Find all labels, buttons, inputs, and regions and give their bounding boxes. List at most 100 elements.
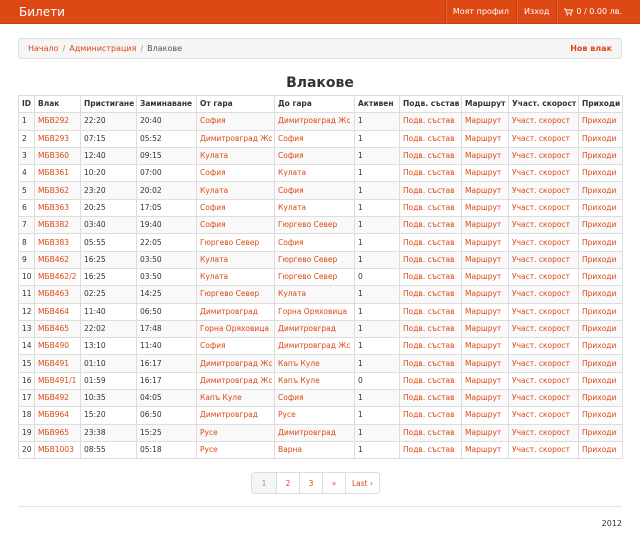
col-rolling-stock-cell[interactable]: Подв. състав [399, 146, 462, 166]
col-from-cell[interactable]: София [196, 112, 275, 131]
col-from-cell[interactable]: Русе [196, 440, 275, 460]
col-speed-cell[interactable]: Участ. скорост [508, 423, 579, 442]
col-revenue-cell[interactable]: Приходи [578, 250, 623, 269]
page-2-button[interactable]: 2 [276, 473, 299, 493]
col-train-cell[interactable]: МБВ463 [34, 285, 81, 304]
col-speed-cell[interactable]: Участ. скорост [508, 440, 579, 460]
col-from-cell[interactable]: Димитровград [196, 406, 275, 425]
col-from-cell[interactable]: София [196, 337, 275, 356]
col-route-cell[interactable]: Маршрут [461, 112, 509, 131]
col-to-cell[interactable]: Горна Оряховица [274, 302, 355, 321]
col-from-cell[interactable]: Гюргево Север [196, 233, 275, 252]
col-to-cell[interactable]: София [274, 389, 355, 408]
col-revenue-cell[interactable]: Приходи [578, 112, 623, 131]
col-route-cell[interactable]: Маршрут [461, 337, 509, 356]
col-train-cell[interactable]: МБВ363 [34, 198, 81, 218]
col-speed-cell[interactable]: Участ. скорост [508, 406, 579, 425]
col-speed-cell[interactable]: Участ. скорост [508, 371, 579, 391]
col-rolling-stock-cell[interactable]: Подв. състав [399, 164, 462, 183]
col-train-cell[interactable]: МБВ292 [34, 112, 81, 131]
brand-logo[interactable]: Билети [0, 0, 65, 24]
col-route-cell[interactable]: Маршрут [461, 285, 509, 304]
col-revenue-cell[interactable]: Приходи [578, 354, 623, 373]
col-revenue-cell[interactable]: Приходи [578, 285, 623, 304]
col-train-cell[interactable]: МБВ491/1 [34, 371, 81, 391]
col-speed-cell[interactable]: Участ. скорост [508, 233, 579, 252]
col-rolling-stock-cell[interactable]: Подв. състав [399, 198, 462, 218]
col-revenue-cell[interactable]: Приходи [578, 302, 623, 321]
col-speed-cell[interactable]: Участ. скорост [508, 146, 579, 166]
col-to-cell[interactable]: София [274, 181, 355, 200]
col-to-cell[interactable]: Гюргево Север [274, 216, 355, 235]
col-speed-cell[interactable]: Участ. скорост [508, 250, 579, 269]
col-route-cell[interactable]: Маршрут [461, 319, 509, 339]
col-speed-cell[interactable]: Участ. скорост [508, 129, 579, 148]
next-page-button[interactable]: » [322, 473, 345, 493]
col-speed-cell[interactable]: Участ. скорост [508, 337, 579, 356]
col-revenue-cell[interactable]: Приходи [578, 198, 623, 218]
col-revenue-cell[interactable]: Приходи [578, 371, 623, 391]
col-to-cell[interactable]: Кулата [274, 198, 355, 218]
col-rolling-stock-cell[interactable]: Подв. състав [399, 389, 462, 408]
col-rolling-stock-cell[interactable]: Подв. състав [399, 440, 462, 460]
col-revenue-cell[interactable]: Приходи [578, 164, 623, 183]
col-route-cell[interactable]: Маршрут [461, 389, 509, 408]
col-rolling-stock-cell[interactable]: Подв. състав [399, 216, 462, 235]
col-from-cell[interactable]: Кулата [196, 267, 275, 287]
col-route-cell[interactable]: Маршрут [461, 250, 509, 269]
col-to-cell[interactable]: Русе [274, 406, 355, 425]
col-route-cell[interactable]: Маршрут [461, 440, 509, 460]
col-train-cell[interactable]: МБВ492 [34, 389, 81, 408]
col-speed-cell[interactable]: Участ. скорост [508, 112, 579, 131]
col-speed-cell[interactable]: Участ. скорост [508, 181, 579, 200]
col-train-cell[interactable]: МБВ464 [34, 302, 81, 321]
col-train-cell[interactable]: МБВ293 [34, 129, 81, 148]
col-from-cell[interactable]: Капъ Куле [196, 389, 275, 408]
col-rolling-stock-cell[interactable]: Подв. състав [399, 337, 462, 356]
col-to-cell[interactable]: Димитровград Жс [274, 337, 355, 356]
col-speed-cell[interactable]: Участ. скорост [508, 216, 579, 235]
col-revenue-cell[interactable]: Приходи [578, 319, 623, 339]
col-to-cell[interactable]: Капъ Куле [274, 354, 355, 373]
col-revenue-cell[interactable]: Приходи [578, 423, 623, 442]
col-revenue-cell[interactable]: Приходи [578, 233, 623, 252]
col-to-cell[interactable]: Варна [274, 440, 355, 460]
col-from-cell[interactable]: Кулата [196, 250, 275, 269]
col-route-cell[interactable]: Маршрут [461, 146, 509, 166]
col-rolling-stock-cell[interactable]: Подв. състав [399, 354, 462, 373]
col-train-cell[interactable]: МБВ965 [34, 423, 81, 442]
col-to-cell[interactable]: Димитровград [274, 423, 355, 442]
col-from-cell[interactable]: София [196, 164, 275, 183]
breadcrumb-admin[interactable]: Администрация [69, 44, 136, 53]
col-rolling-stock-cell[interactable]: Подв. състав [399, 319, 462, 339]
page-1-button[interactable]: 1 [252, 473, 276, 493]
col-train-cell[interactable]: МБВ360 [34, 146, 81, 166]
col-train-cell[interactable]: МБВ490 [34, 337, 81, 356]
col-route-cell[interactable]: Маршрут [461, 354, 509, 373]
col-from-cell[interactable]: София [196, 198, 275, 218]
col-speed-cell[interactable]: Участ. скорост [508, 319, 579, 339]
col-train-cell[interactable]: МБВ361 [34, 164, 81, 183]
col-rolling-stock-cell[interactable]: Подв. състав [399, 112, 462, 131]
col-speed-cell[interactable]: Участ. скорост [508, 302, 579, 321]
col-from-cell[interactable]: Димитровград Жс [196, 354, 275, 373]
col-to-cell[interactable]: София [274, 129, 355, 148]
col-rolling-stock-cell[interactable]: Подв. състав [399, 423, 462, 442]
col-from-cell[interactable]: Горна Оряховица [196, 319, 275, 339]
col-from-cell[interactable]: Димитровград Жс [196, 371, 275, 391]
col-rolling-stock-cell[interactable]: Подв. състав [399, 267, 462, 287]
col-from-cell[interactable]: Димитровград Жс [196, 129, 275, 148]
col-train-cell[interactable]: МБВ362 [34, 181, 81, 200]
col-to-cell[interactable]: Димитровград [274, 319, 355, 339]
col-speed-cell[interactable]: Участ. скорост [508, 389, 579, 408]
last-page-button[interactable]: Last › [345, 473, 379, 493]
col-revenue-cell[interactable]: Приходи [578, 267, 623, 287]
col-train-cell[interactable]: МБВ964 [34, 406, 81, 425]
col-revenue-cell[interactable]: Приходи [578, 181, 623, 200]
col-rolling-stock-cell[interactable]: Подв. състав [399, 285, 462, 304]
col-revenue-cell[interactable]: Приходи [578, 440, 623, 460]
col-route-cell[interactable]: Маршрут [461, 164, 509, 183]
col-rolling-stock-cell[interactable]: Подв. състав [399, 302, 462, 321]
col-to-cell[interactable]: Капъ Куле [274, 371, 355, 391]
col-rolling-stock-cell[interactable]: Подв. състав [399, 181, 462, 200]
